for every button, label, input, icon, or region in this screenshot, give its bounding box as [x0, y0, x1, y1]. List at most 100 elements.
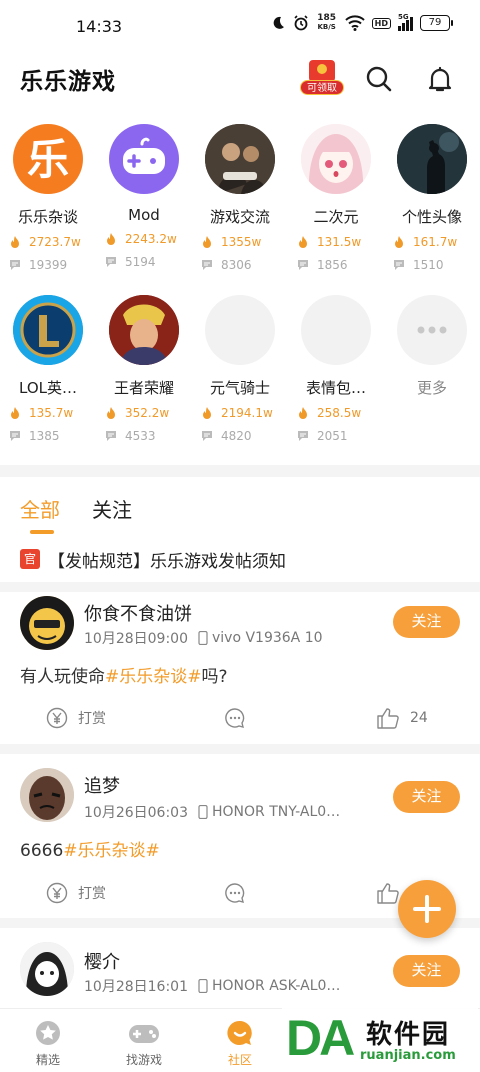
comment-button[interactable]	[224, 882, 256, 904]
heat-value: 352.2w	[125, 406, 170, 420]
tab-follow[interactable]: 关注	[92, 494, 132, 523]
circle-heat: 1355w	[201, 235, 279, 249]
battery-icon: 79	[420, 15, 453, 31]
post-text: 有人玩使命	[20, 667, 105, 687]
circle-item-honor-of-kings[interactable]: 王者荣耀 352.2w 4533	[96, 295, 192, 443]
circle-item-mod[interactable]: Mod 2243.2w 5194	[96, 124, 192, 272]
network-speed-indicator: 185 KB/S	[316, 14, 338, 32]
nav-community[interactable]: 社区	[210, 1019, 270, 1068]
more-circles-button	[397, 295, 467, 365]
post-text: 6666	[20, 841, 64, 861]
fire-icon	[11, 407, 19, 419]
official-badge: 官	[20, 549, 40, 569]
wifi-icon	[344, 15, 365, 31]
user-avatar[interactable]	[20, 596, 74, 650]
heat-value: 1355w	[221, 235, 262, 249]
message-icon	[106, 257, 116, 267]
circle-item-anime[interactable]: 二次元 131.5w 1856	[288, 124, 384, 272]
post-content[interactable]: 有人玩使命#乐乐杂谈#吗?	[20, 662, 228, 687]
post-hashtag[interactable]: #乐乐杂谈#	[63, 841, 160, 861]
active-tab-indicator	[30, 530, 54, 534]
post-card[interactable]: 你食不食油饼 10月28日09:00 vivo V1936A 10 关注 有人玩…	[0, 592, 480, 742]
pinned-notice[interactable]: 官 【发帖规范】乐乐游戏发帖须知	[20, 546, 470, 572]
circle-heat: 135.7w	[9, 406, 87, 420]
post-username[interactable]: 樱介	[84, 948, 120, 974]
nav-label: 社区	[227, 1053, 252, 1067]
circle-heat: 352.2w	[105, 406, 183, 420]
circle-posts: 5194	[105, 255, 183, 269]
post-hashtag[interactable]: #乐乐杂谈#	[105, 667, 202, 687]
post-content[interactable]: 6666#乐乐杂谈#	[20, 836, 160, 861]
hd-voice-icon: HD	[371, 17, 391, 29]
nav-featured[interactable]: 精选	[18, 1019, 78, 1068]
circle-item-lol[interactable]: LOL英… 135.7w 1385	[0, 295, 96, 443]
circle-name: 个性头像	[401, 208, 462, 226]
posts-value: 1856	[317, 258, 348, 272]
fire-icon	[299, 236, 307, 248]
circle-item-lele-chat[interactable]: 乐 乐乐杂谈 2723.7w 19399	[0, 124, 96, 272]
user-avatar[interactable]	[20, 768, 74, 822]
phone-icon	[198, 979, 208, 993]
watermark-name: 软件园	[366, 1020, 451, 1050]
fire-icon	[107, 233, 115, 245]
red-packet-label: 可领取	[300, 80, 344, 95]
yuan-coin-icon	[46, 707, 68, 729]
like-button[interactable]: 24	[376, 707, 428, 729]
post-device: HONOR TNY-AL0…	[211, 804, 341, 820]
follow-button[interactable]: 关注	[393, 606, 460, 638]
watermark-logo: DA	[286, 1010, 355, 1066]
posts-value: 2051	[317, 429, 348, 443]
circle-posts: 4820	[201, 429, 279, 443]
post-username[interactable]: 你食不食油饼	[84, 600, 192, 626]
app-header: 乐乐游戏 可领取	[0, 56, 480, 102]
post-device: vivo V1936A 10	[211, 630, 323, 646]
notification-bell-icon[interactable]	[425, 64, 455, 94]
message-icon	[202, 260, 212, 270]
message-icon	[106, 431, 116, 441]
post-meta: 10月28日16:01 HONOR ASK-AL0…	[84, 976, 340, 996]
chat-bubble-icon	[227, 1020, 252, 1045]
post-date: 10月28日16:01	[84, 979, 188, 995]
anime-avatar	[301, 124, 371, 194]
circle-item-soul-knight[interactable]: 元气骑士 2194.1w 4820	[192, 295, 288, 443]
circle-item-more[interactable]: 更多	[384, 295, 480, 443]
tab-all[interactable]: 全部	[20, 494, 60, 523]
circle-heat: 131.5w	[297, 235, 375, 249]
post-username[interactable]: 追梦	[84, 772, 120, 798]
comment-icon	[225, 883, 245, 903]
reward-button[interactable]: 打赏	[46, 882, 106, 904]
post-card[interactable]: 樱介 10月28日16:01 HONOR ASK-AL0… 关注	[0, 938, 480, 1008]
fire-icon	[395, 236, 403, 248]
follow-button[interactable]: 关注	[393, 955, 460, 987]
circle-heat: 161.7w	[393, 235, 471, 249]
do-not-disturb-moon-icon	[273, 16, 284, 29]
circle-name: 王者荣耀	[113, 379, 174, 397]
circle-posts: 1856	[297, 258, 375, 272]
hero-portrait-image	[109, 295, 179, 365]
comment-button[interactable]	[224, 707, 256, 729]
create-post-button[interactable]	[398, 880, 456, 938]
post-separator	[0, 582, 480, 592]
network-speed-value: 185	[317, 13, 337, 23]
reward-button[interactable]: 打赏	[46, 707, 106, 729]
circle-item-game-talk[interactable]: 游戏交流 1355w 8306	[192, 124, 288, 272]
reward-label: 打赏	[78, 886, 106, 902]
phone-icon	[198, 805, 208, 819]
circle-posts: 2051	[297, 429, 375, 443]
circle-name: 更多	[416, 379, 447, 397]
gamepad-icon	[129, 1025, 159, 1043]
posts-value: 4533	[125, 429, 156, 443]
nav-find-games[interactable]: 找游戏	[114, 1019, 174, 1068]
circle-item-stickers[interactable]: 表情包… 258.5w 2051	[288, 295, 384, 443]
photo-placeholder-people	[205, 124, 275, 194]
user-avatar[interactable]	[20, 942, 74, 996]
red-packet-button[interactable]: 可领取	[300, 60, 344, 98]
reward-label: 打赏	[78, 711, 106, 727]
search-icon[interactable]	[364, 64, 394, 94]
message-icon	[394, 260, 404, 270]
circle-item-avatar[interactable]: 个性头像 161.7w 1510	[384, 124, 480, 272]
circle-name: 二次元	[313, 208, 359, 226]
follow-button[interactable]: 关注	[393, 781, 460, 813]
lele-logo-icon: 乐	[27, 135, 69, 184]
circle-posts: 1510	[393, 258, 471, 272]
